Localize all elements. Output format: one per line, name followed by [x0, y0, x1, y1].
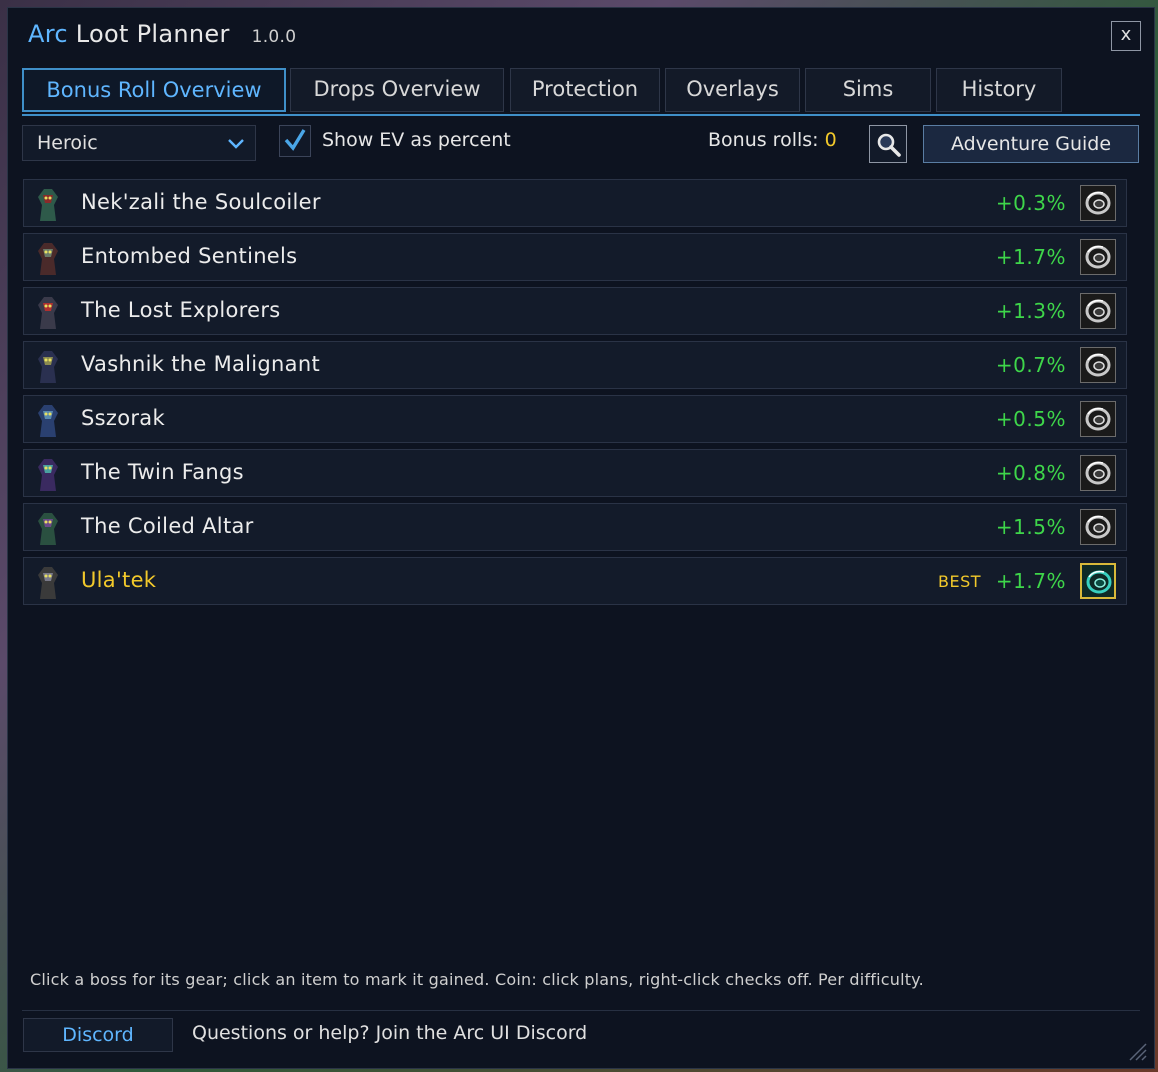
boss-portrait-icon	[28, 507, 68, 547]
checkmark-icon	[284, 129, 306, 151]
chevron-down-icon	[228, 139, 244, 149]
tab-bar: Bonus Roll Overview Drops Overview Prote…	[22, 68, 1140, 116]
ev-value: +1.3%	[995, 299, 1066, 323]
coin-button[interactable]	[1080, 185, 1116, 221]
boss-row[interactable]: The Coiled Altar +1.5%	[23, 503, 1127, 551]
difficulty-dropdown[interactable]: Heroic	[22, 125, 256, 161]
coin-button[interactable]	[1080, 293, 1116, 329]
boss-row[interactable]: Entombed Sentinels +1.7%	[23, 233, 1127, 281]
boss-row[interactable]: The Twin Fangs +0.8%	[23, 449, 1127, 497]
coin-button[interactable]	[1080, 509, 1116, 545]
close-button[interactable]: x	[1111, 21, 1141, 51]
boss-row[interactable]: Ula'tek BEST +1.7%	[23, 557, 1127, 605]
version-label: 1.0.0	[251, 27, 297, 47]
footer-divider	[22, 1010, 1140, 1011]
coin-icon	[1085, 299, 1111, 323]
boss-portrait-icon	[28, 561, 68, 601]
tab-history[interactable]: History	[936, 68, 1062, 112]
help-text: Questions or help? Join the Arc UI Disco…	[192, 1022, 588, 1044]
tab-overlays[interactable]: Overlays	[665, 68, 800, 112]
ev-value: +0.3%	[995, 191, 1066, 215]
adventure-guide-button[interactable]: Adventure Guide	[923, 125, 1139, 163]
show-ev-label[interactable]: Show EV as percent	[322, 129, 511, 151]
ev-value: +0.5%	[995, 407, 1066, 431]
boss-name: Nek'zali the Soulcoiler	[81, 190, 321, 214]
coin-icon	[1085, 191, 1111, 215]
boss-name: The Twin Fangs	[81, 460, 244, 484]
boss-portrait-icon	[28, 291, 68, 331]
best-badge: BEST	[937, 572, 981, 591]
tab-bonus-roll-overview[interactable]: Bonus Roll Overview	[22, 68, 286, 112]
coin-icon	[1086, 570, 1112, 594]
difficulty-value: Heroic	[37, 132, 98, 154]
boss-name: Entombed Sentinels	[81, 244, 298, 268]
ev-value: +1.7%	[995, 569, 1066, 593]
bonus-rolls-label: Bonus rolls:	[708, 129, 819, 151]
coin-icon	[1085, 515, 1111, 539]
tab-sims[interactable]: Sims	[805, 68, 931, 112]
boss-row[interactable]: Vashnik the Malignant +0.7%	[23, 341, 1127, 389]
boss-list: Nek'zali the Soulcoiler +0.3% Entombed S…	[23, 179, 1127, 611]
search-button[interactable]	[869, 125, 907, 163]
coin-button[interactable]	[1080, 401, 1116, 437]
boss-portrait-icon	[28, 345, 68, 385]
show-ev-checkbox[interactable]	[279, 125, 311, 157]
bonus-rolls-count: 0	[824, 129, 837, 151]
bonus-rolls-display: Bonus rolls: 0	[708, 129, 837, 151]
boss-row[interactable]: The Lost Explorers +1.3%	[23, 287, 1127, 335]
title-main: Loot Planner	[75, 20, 230, 48]
boss-name: The Coiled Altar	[81, 514, 254, 538]
coin-button[interactable]	[1080, 455, 1116, 491]
window-title: Arc Loot Planner 1.0.0	[28, 20, 296, 48]
title-bar[interactable]: Arc Loot Planner 1.0.0 x	[8, 8, 1154, 64]
boss-row[interactable]: Sszorak +0.5%	[23, 395, 1127, 443]
ev-value: +1.7%	[995, 245, 1066, 269]
tab-drops-overview[interactable]: Drops Overview	[290, 68, 504, 112]
discord-button[interactable]: Discord	[23, 1018, 173, 1052]
boss-portrait-icon	[28, 453, 68, 493]
loot-planner-window: Arc Loot Planner 1.0.0 x Bonus Roll Over…	[7, 7, 1155, 1069]
ev-value: +1.5%	[995, 515, 1066, 539]
search-icon	[877, 133, 901, 157]
coin-button[interactable]	[1080, 239, 1116, 275]
coin-button[interactable]	[1080, 347, 1116, 383]
boss-name: Ula'tek	[81, 568, 157, 592]
title-accent: Arc	[28, 20, 68, 48]
coin-icon	[1085, 407, 1111, 431]
boss-row[interactable]: Nek'zali the Soulcoiler +0.3%	[23, 179, 1127, 227]
coin-icon	[1085, 353, 1111, 377]
boss-name: The Lost Explorers	[81, 298, 281, 322]
coin-button[interactable]	[1080, 563, 1116, 599]
boss-portrait-icon	[28, 183, 68, 223]
ev-value: +0.8%	[995, 461, 1066, 485]
coin-icon	[1085, 461, 1111, 485]
boss-name: Sszorak	[81, 406, 165, 430]
toolbar: Heroic Show EV as percent Bonus rolls: 0…	[22, 123, 1140, 163]
hint-text: Click a boss for its gear; click an item…	[30, 970, 924, 989]
boss-portrait-icon	[28, 237, 68, 277]
tab-protection[interactable]: Protection	[510, 68, 660, 112]
resize-grip-icon[interactable]	[1124, 1038, 1148, 1062]
ev-value: +0.7%	[995, 353, 1066, 377]
boss-name: Vashnik the Malignant	[81, 352, 320, 376]
coin-icon	[1085, 245, 1111, 269]
boss-portrait-icon	[28, 399, 68, 439]
